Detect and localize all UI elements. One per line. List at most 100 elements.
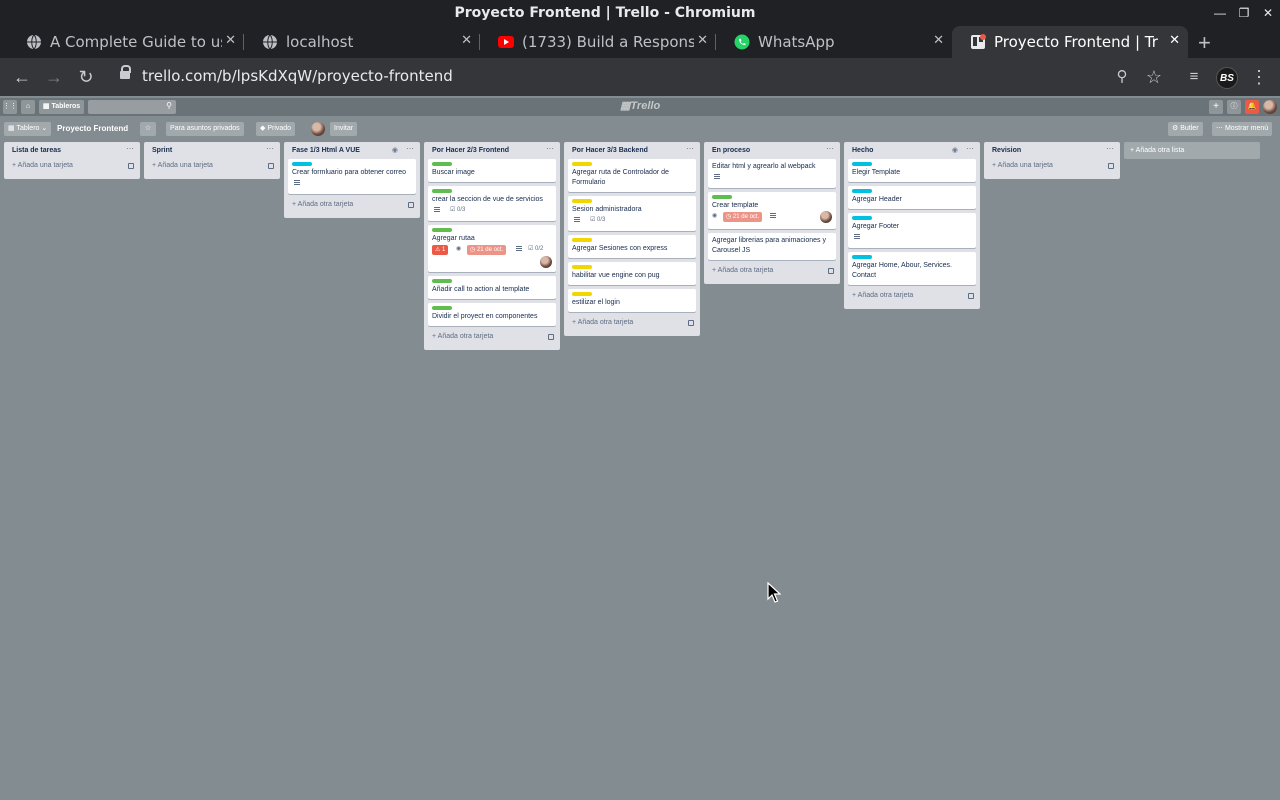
card[interactable]: Agregar rutaa ⚠ 1 ◉ ◷ 21 de oct. ☑ 0/2 [428,225,556,272]
card-label-blue[interactable] [852,162,872,166]
search-input[interactable]: ⚲ [88,100,176,114]
card-label-green[interactable] [432,279,452,283]
card-label-green[interactable] [432,162,452,166]
back-icon[interactable]: ← [11,66,33,88]
address-bar[interactable]: trello.com/b/lpsKdXqW/proyecto-frontend [110,62,1140,92]
card[interactable]: Agregar ruta de Controlador de Formulari… [568,159,696,192]
close-tab-icon[interactable]: ✕ [225,33,236,48]
team-button[interactable]: Para asuntos privados [166,122,244,136]
card[interactable]: Agregar Header [848,186,976,209]
card[interactable]: Editar html y agrearlo al webpack [708,159,836,188]
card[interactable]: Crear template ◉ ◷ 21 de oct. [708,192,836,229]
add-card-button[interactable]: + Añada una tarjeta [148,159,276,175]
info-icon[interactable]: ⓘ [1227,100,1241,114]
add-card-button[interactable]: + Añada una tarjeta [8,159,136,175]
card[interactable]: Agregar librerias para animaciones y Car… [708,233,836,260]
apps-grid-icon[interactable]: ⋮⋮ [3,100,17,114]
boards-button[interactable]: ▦ Tableros [39,100,84,114]
card-label-green[interactable] [432,306,452,310]
tab-trello[interactable]: Proyecto Frontend | Trel ✕ [952,26,1188,58]
create-icon[interactable]: + [1209,100,1223,114]
reload-icon[interactable]: ↻ [75,66,97,88]
notifications-bell-icon[interactable]: 🔔 [1245,100,1259,114]
card[interactable]: Crear formluario para obtener correo [288,159,416,194]
tab-guide[interactable]: A Complete Guide to use ✕ [8,26,244,58]
maximize-icon[interactable]: ❐ [1235,4,1253,22]
minimize-icon[interactable]: — [1211,4,1229,22]
list-title[interactable]: Revision [992,147,1021,154]
list-title[interactable]: Por Hacer 2/3 Frontend [432,147,509,154]
tab-localhost[interactable]: localhost ✕ [244,26,480,58]
add-card-button[interactable]: + Añada otra tarjeta [428,330,556,346]
board-switcher-button[interactable]: ▦ Tablero ⌄ [4,122,52,136]
show-menu-button[interactable]: ⋯ Mostrar menú [1212,122,1273,136]
card[interactable]: Sesion administradora ☑ 0/3 [568,196,696,231]
card[interactable]: Agregar Home, Abour, Services. Contact [848,252,976,285]
list-menu-icon[interactable]: ⋯ [126,144,134,153]
card-label-blue[interactable] [852,255,872,259]
list-menu-icon[interactable]: ⋯ [826,144,834,153]
card-label-green[interactable] [432,228,452,232]
close-window-icon[interactable]: ✕ [1259,4,1277,22]
list-menu-icon[interactable]: ⋯ [406,144,414,153]
add-list-button[interactable]: + Añada otra lista [1124,142,1260,159]
card-label-green[interactable] [712,195,732,199]
card-label-yellow[interactable] [572,162,592,166]
zoom-icon[interactable]: ⚲ [1111,66,1133,88]
list-menu-icon[interactable]: ⋯ [966,144,974,153]
list-menu-icon[interactable]: ⋯ [266,144,274,153]
card-label-blue[interactable] [852,216,872,220]
tab-youtube[interactable]: (1733) Build a Responsiv ✕ [480,26,716,58]
list-menu-icon[interactable]: ⋯ [546,144,554,153]
card[interactable]: Elegir Template [848,159,976,182]
card[interactable]: Agregar Footer [848,213,976,248]
user-avatar[interactable] [1263,100,1277,114]
card[interactable]: crear la seccion de vue de servicios ☑ 0… [428,186,556,221]
card-template-icon[interactable] [268,163,274,169]
member-avatar[interactable] [820,211,832,223]
add-card-button[interactable]: + Añada una tarjeta [988,159,1116,175]
add-card-button[interactable]: + Añada otra tarjeta [848,289,976,305]
list-menu-icon[interactable]: ⋯ [686,144,694,153]
due-date-badge[interactable]: ◷ 21 de oct. [467,245,507,255]
card[interactable]: Dividir el proyect en componentes [428,303,556,326]
list-title[interactable]: Sprint [152,147,172,154]
invite-button[interactable]: Invitar [330,122,358,136]
due-date-badge[interactable]: ◷ 21 de oct. [723,212,763,222]
star-icon[interactable]: ☆ [140,122,156,136]
media-queue-icon[interactable]: ≡ [1183,66,1205,88]
card[interactable]: habilitar vue engine con pug [568,262,696,285]
list-title[interactable]: Lista de tareas [12,147,61,154]
add-card-button[interactable]: + Añada otra tarjeta [708,264,836,280]
card[interactable]: estilizar el login [568,289,696,312]
card-template-icon[interactable] [128,163,134,169]
close-tab-icon[interactable]: ✕ [1169,33,1180,48]
trello-logo[interactable]: ▦Trello [620,99,660,112]
profile-avatar[interactable]: BS [1216,67,1238,89]
board-title[interactable]: Proyecto Frontend [57,122,128,136]
card-label-yellow[interactable] [572,292,592,296]
browser-menu-icon[interactable]: ⋮ [1248,66,1270,88]
card[interactable]: Añadir call to action al template [428,276,556,299]
card-label-yellow[interactable] [572,199,592,203]
card-template-icon[interactable] [828,268,834,274]
add-card-button[interactable]: + Añada otra tarjeta [288,198,416,214]
bookmark-star-icon[interactable]: ☆ [1143,66,1165,88]
card-label-blue[interactable] [292,162,312,166]
card-label-blue[interactable] [852,189,872,193]
card-template-icon[interactable] [548,334,554,340]
card[interactable]: Buscar image [428,159,556,182]
card[interactable]: Agregar Sesiones con express [568,235,696,258]
card-label-yellow[interactable] [572,265,592,269]
list-title[interactable]: Por Hacer 3/3 Backend [572,147,648,154]
forward-icon[interactable]: → [43,66,65,88]
list-title[interactable]: Fase 1/3 Html A VUE [292,147,360,154]
visibility-button[interactable]: ◆ Privado [256,122,296,136]
card-template-icon[interactable] [1108,163,1114,169]
close-tab-icon[interactable]: ✕ [933,33,944,48]
list-menu-icon[interactable]: ⋯ [1106,144,1114,153]
butler-button[interactable]: ⚙ Butler [1168,122,1203,136]
card-template-icon[interactable] [688,320,694,326]
home-icon[interactable]: ⌂ [21,100,35,114]
member-avatar[interactable] [540,256,552,268]
